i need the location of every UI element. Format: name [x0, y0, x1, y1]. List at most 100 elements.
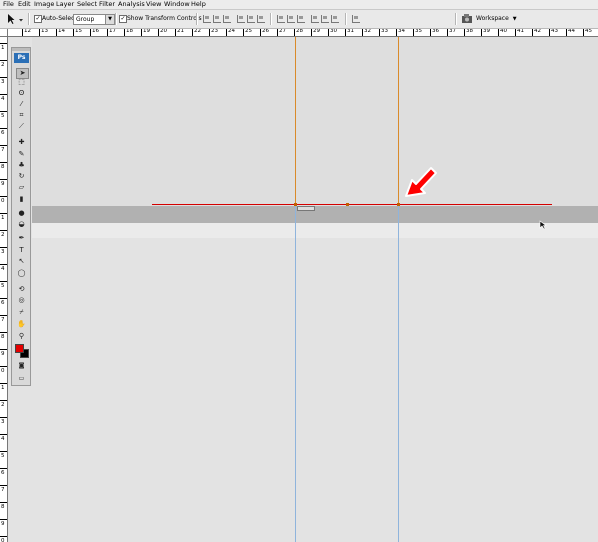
- 3d-orbit-tool-icon[interactable]: ◎: [16, 296, 27, 305]
- ruler-label: 5: [1, 113, 5, 119]
- ruler-tick: [0, 434, 7, 435]
- ruler-tick: [379, 29, 380, 36]
- transform-line[interactable]: [152, 204, 552, 205]
- canvas-lower-area[interactable]: [32, 238, 598, 542]
- workspace-button[interactable]: Workspace ▼: [476, 14, 524, 24]
- bridge-icon[interactable]: [461, 13, 474, 25]
- menu-image[interactable]: Image: [34, 0, 54, 9]
- align-horizontal-center-icon[interactable]: [247, 15, 255, 23]
- ruler-label: 32: [364, 29, 371, 34]
- pen-tool-icon[interactable]: ✒: [16, 234, 27, 243]
- quick-mask-icon[interactable]: ◙: [16, 361, 27, 370]
- show-transform-checkbox[interactable]: ✓: [119, 15, 127, 23]
- blur-tool-icon[interactable]: ●: [16, 209, 27, 218]
- ruler-label: 0: [1, 368, 5, 374]
- gradient-tool-icon[interactable]: ▮: [16, 195, 27, 204]
- transform-handle[interactable]: [397, 203, 400, 206]
- ruler-label: 5: [1, 283, 5, 289]
- align-right-icon[interactable]: [257, 15, 265, 23]
- ruler-label: 1: [1, 45, 5, 51]
- dodge-tool-icon[interactable]: ◒: [16, 220, 27, 229]
- ruler-tick: [481, 29, 482, 36]
- ruler-label: 6: [1, 130, 5, 136]
- ruler-tick: [345, 29, 346, 36]
- marquee-tool-icon[interactable]: ⬚: [16, 78, 27, 87]
- guide-line-blue-right[interactable]: [398, 206, 399, 542]
- ruler-tick: [0, 502, 7, 503]
- distribute-bottom-icon[interactable]: [297, 15, 305, 23]
- auto-align-layers-icon[interactable]: [352, 15, 360, 23]
- distribute-top-icon[interactable]: [277, 15, 285, 23]
- ruler-tick: [447, 29, 448, 36]
- ruler-label: 13: [41, 29, 48, 34]
- options-separator: [28, 13, 30, 25]
- ruler-label: 44: [568, 29, 575, 34]
- vertical-ruler[interactable]: 1 2 3 4 5 6 7 8 9 0 1 2 3 4 5 6 7 8 9 0 1 2 3 4 5 6 7 8 9 0: [0, 37, 8, 542]
- menu-file[interactable]: File: [3, 0, 14, 9]
- eyedropper-tool-icon[interactable]: ⌿: [16, 308, 27, 317]
- brush-tool-icon[interactable]: ✎: [16, 150, 27, 159]
- ruler-tick: [0, 315, 7, 316]
- slice-tool-icon[interactable]: ⟋: [16, 122, 27, 131]
- ruler-label: 3: [1, 249, 5, 255]
- menu-layer[interactable]: Layer: [56, 0, 74, 9]
- menu-edit[interactable]: Edit: [18, 0, 31, 9]
- menu-window[interactable]: Window: [164, 0, 190, 9]
- distribute-vertical-center-icon[interactable]: [287, 15, 295, 23]
- lasso-tool-icon[interactable]: ʘ: [16, 89, 27, 98]
- distribute-horizontal-center-icon[interactable]: [321, 15, 329, 23]
- guide-line-orange-right[interactable]: [398, 37, 399, 206]
- path-select-tool-icon[interactable]: ↖: [16, 257, 27, 266]
- ruler-label: 3: [1, 419, 5, 425]
- foreground-color-swatch[interactable]: [15, 344, 24, 353]
- transform-mini-toolbar[interactable]: [297, 206, 315, 211]
- history-brush-tool-icon[interactable]: ↻: [16, 172, 27, 181]
- auto-select-checkbox[interactable]: ✓: [34, 15, 42, 23]
- ruler-tick: [0, 264, 7, 265]
- ruler-label: 38: [466, 29, 473, 34]
- ruler-label: 36: [432, 29, 439, 34]
- align-vertical-center-icon[interactable]: [213, 15, 221, 23]
- canvas-gray-band: [32, 206, 598, 223]
- menu-view[interactable]: View: [146, 0, 161, 9]
- 3d-rotate-tool-icon[interactable]: ⟲: [16, 285, 27, 294]
- menu-filter[interactable]: Filter: [99, 0, 115, 9]
- healing-tool-icon[interactable]: ✚: [16, 138, 27, 147]
- screen-mode-icon[interactable]: ▭: [16, 374, 27, 383]
- eraser-tool-icon[interactable]: ▱: [16, 183, 27, 192]
- ruler-label: 42: [534, 29, 541, 34]
- align-bottom-icon[interactable]: [223, 15, 231, 23]
- ruler-tick: [0, 230, 7, 231]
- menu-analysis[interactable]: Analysis: [118, 0, 145, 9]
- ruler-tick: [0, 213, 7, 214]
- zoom-tool-icon[interactable]: ⚲: [16, 332, 27, 341]
- ruler-origin[interactable]: [0, 29, 8, 37]
- guide-line-blue-left[interactable]: [295, 206, 296, 542]
- menu-help[interactable]: Help: [191, 0, 206, 9]
- align-top-icon[interactable]: [203, 15, 211, 23]
- move-tool-preset-icon[interactable]: [6, 13, 26, 25]
- align-left-icon[interactable]: [237, 15, 245, 23]
- guide-line-orange-left[interactable]: [295, 37, 296, 206]
- menu-select[interactable]: Select: [77, 0, 97, 9]
- horizontal-ruler[interactable]: 12 13 14 15 16 17 18 19 20 21 22 23 24 25 26 27 28 29 30 31…: [8, 29, 598, 37]
- ruler-tick: [0, 162, 7, 163]
- stamp-tool-icon[interactable]: ♣: [16, 161, 27, 170]
- ruler-label: 6: [1, 470, 5, 476]
- canvas-area[interactable]: [32, 37, 598, 206]
- ruler-label: 24: [228, 29, 235, 34]
- ruler-tick: [0, 145, 7, 146]
- type-tool-icon[interactable]: T: [16, 246, 27, 255]
- ruler-tick: [56, 29, 57, 36]
- auto-select-dropdown[interactable]: Group ▼: [73, 14, 115, 25]
- crop-tool-icon[interactable]: ⌗: [16, 111, 27, 120]
- tools-panel: Ps ➤ ⬚ ʘ ⁄ ⌗ ⟋ ✚ ✎ ♣ ↻ ▱ ▮ ● ◒ ✒ T ↖ ◯ ⟲ ◎ ⌿ ✋ ⚲ ◙ ▭: [11, 47, 31, 386]
- shape-tool-icon[interactable]: ◯: [16, 269, 27, 278]
- distribute-right-icon[interactable]: [331, 15, 339, 23]
- tools-panel-grip[interactable]: [12, 48, 30, 51]
- hand-tool-icon[interactable]: ✋: [16, 320, 27, 329]
- distribute-left-icon[interactable]: [311, 15, 319, 23]
- magic-wand-tool-icon[interactable]: ⁄: [16, 100, 27, 109]
- transform-handle[interactable]: [346, 203, 349, 206]
- ruler-label: 2: [1, 402, 5, 408]
